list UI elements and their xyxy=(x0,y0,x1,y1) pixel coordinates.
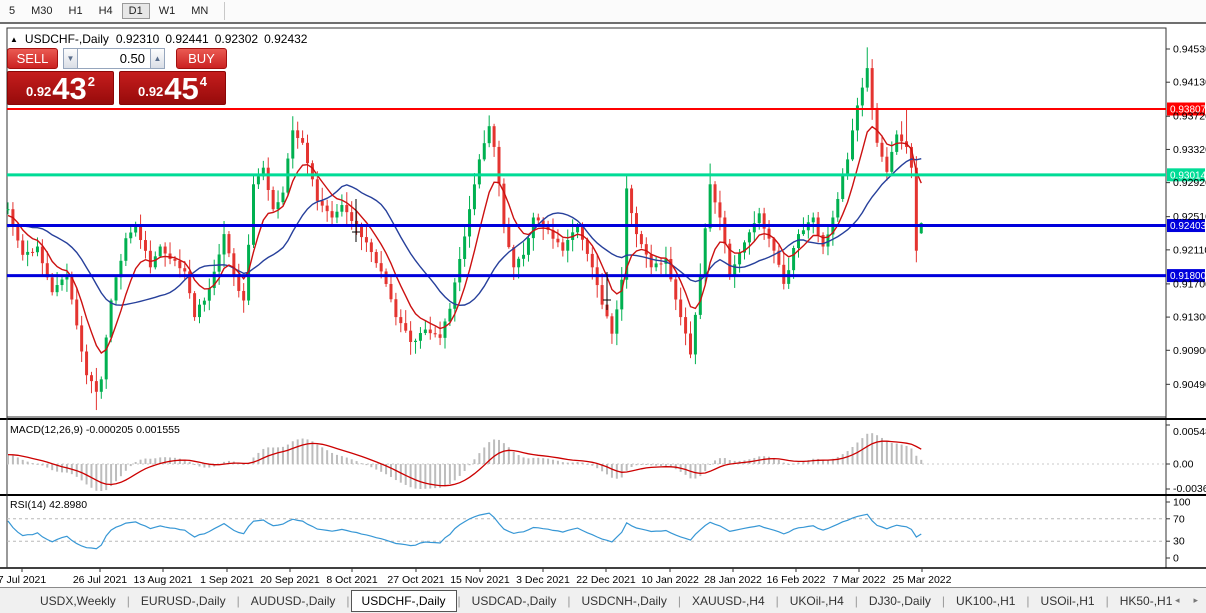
tab-separator: | xyxy=(776,594,779,608)
svg-text:0.005489: 0.005489 xyxy=(1173,426,1206,438)
close-value: 0.92432 xyxy=(264,32,307,46)
tab-hk50-h1[interactable]: HK50-,H1 xyxy=(1110,591,1183,611)
timeframe-button-h4[interactable]: H4 xyxy=(92,3,120,19)
tab-ukoil-h4[interactable]: UKOil-,H4 xyxy=(780,591,854,611)
low-value: 0.92302 xyxy=(215,32,258,46)
svg-text:0.91300: 0.91300 xyxy=(1173,312,1206,324)
tab-separator: | xyxy=(678,594,681,608)
svg-text:7 Jul 2021: 7 Jul 2021 xyxy=(0,574,46,586)
svg-text:0.94530: 0.94530 xyxy=(1173,44,1206,56)
svg-text:MACD(12,26,9) -0.000205 0.0015: MACD(12,26,9) -0.000205 0.001555 xyxy=(10,424,180,436)
svg-text:28 Jan 2022: 28 Jan 2022 xyxy=(704,574,762,586)
tab-usdcnh-daily[interactable]: USDCNH-,Daily xyxy=(571,591,676,611)
tab-separator: | xyxy=(1106,594,1109,608)
svg-text:0.92920: 0.92920 xyxy=(1173,177,1206,189)
tab-usoil-h1[interactable]: USOil-,H1 xyxy=(1031,591,1105,611)
open-value: 0.92310 xyxy=(116,32,159,46)
svg-text:0.00: 0.00 xyxy=(1173,459,1194,471)
timeframe-button-5[interactable]: 5 xyxy=(2,3,22,19)
tab-scroll-right-icon[interactable]: ▸ xyxy=(1193,595,1198,606)
svg-text:15 Nov 2021: 15 Nov 2021 xyxy=(450,574,510,586)
collapse-trade-panel-icon[interactable]: ▲ xyxy=(10,35,18,44)
volume-decrease-icon[interactable]: ▼ xyxy=(63,48,78,69)
svg-text:0.90900: 0.90900 xyxy=(1173,345,1206,357)
svg-text:-0.00364: -0.00364 xyxy=(1173,483,1206,495)
ohlc-values: 0.92310 0.92441 0.92302 0.92432 xyxy=(116,32,308,46)
sell-price-prefix: 0.92 xyxy=(26,84,51,99)
tab-scroll-left-icon[interactable]: ◂ xyxy=(1175,595,1180,606)
timeframe-button-h1[interactable]: H1 xyxy=(62,3,90,19)
tab-separator: | xyxy=(346,594,349,608)
timeframe-button-m30[interactable]: M30 xyxy=(24,3,59,19)
svg-text:1 Sep 2021: 1 Sep 2021 xyxy=(200,574,254,586)
tab-separator: | xyxy=(942,594,945,608)
svg-text:10 Jan 2022: 10 Jan 2022 xyxy=(641,574,699,586)
toolbar-separator xyxy=(224,2,225,20)
sell-price-pip: 2 xyxy=(88,74,95,89)
chart-window: 0.938070.930140.924030.918000.945300.941… xyxy=(0,22,1206,589)
tab-audusd-daily[interactable]: AUDUSD-,Daily xyxy=(241,591,346,611)
volume-stepper: ▼ 0.50 ▲ xyxy=(63,48,165,69)
svg-text:3 Dec 2021: 3 Dec 2021 xyxy=(516,574,570,586)
buy-price-display[interactable]: 0.92 45 4 xyxy=(119,71,226,105)
svg-text:13 Aug 2021: 13 Aug 2021 xyxy=(134,574,193,586)
tab-xauusd-h4[interactable]: XAUUSD-,H4 xyxy=(682,591,775,611)
chart-symbol-label: USDCHF-,Daily xyxy=(25,32,109,46)
svg-text:RSI(14) 42.8980: RSI(14) 42.8980 xyxy=(10,499,87,511)
chart-tab-strip: USDX,Weekly|EURUSD-,Daily|AUDUSD-,Daily|… xyxy=(0,587,1206,613)
chart-title: ▲ USDCHF-,Daily 0.92310 0.92441 0.92302 … xyxy=(10,32,307,46)
tab-usdchf-daily[interactable]: USDCHF-,Daily xyxy=(351,590,457,612)
svg-text:100: 100 xyxy=(1173,497,1191,509)
svg-text:27 Oct 2021: 27 Oct 2021 xyxy=(387,574,444,586)
tab-separator: | xyxy=(567,594,570,608)
high-value: 0.92441 xyxy=(165,32,208,46)
svg-text:20 Sep 2021: 20 Sep 2021 xyxy=(260,574,320,586)
volume-input[interactable]: 0.50 xyxy=(78,48,150,69)
sell-price-big: 43 xyxy=(52,76,86,102)
timeframe-button-d1[interactable]: D1 xyxy=(122,3,150,19)
svg-text:8 Oct 2021: 8 Oct 2021 xyxy=(326,574,378,586)
tab-separator: | xyxy=(855,594,858,608)
tab-usdcad-daily[interactable]: USDCAD-,Daily xyxy=(462,591,567,611)
buy-price-big: 45 xyxy=(164,76,198,102)
buy-price-pip: 4 xyxy=(200,74,207,89)
buy-price-prefix: 0.92 xyxy=(138,84,163,99)
svg-text:22 Dec 2021: 22 Dec 2021 xyxy=(576,574,636,586)
tab-uk100-h1[interactable]: UK100-,H1 xyxy=(946,591,1025,611)
svg-text:0.92510: 0.92510 xyxy=(1173,211,1206,223)
tab-separator: | xyxy=(1026,594,1029,608)
svg-text:70: 70 xyxy=(1173,513,1185,525)
tab-scroll-nav: ◂ ▸ xyxy=(1175,595,1198,606)
svg-text:0.91700: 0.91700 xyxy=(1173,278,1206,290)
tab-eurusd-daily[interactable]: EURUSD-,Daily xyxy=(131,591,236,611)
svg-text:0.93320: 0.93320 xyxy=(1173,144,1206,156)
volume-increase-icon[interactable]: ▲ xyxy=(150,48,165,69)
svg-text:0.90490: 0.90490 xyxy=(1173,379,1206,391)
tab-separator: | xyxy=(237,594,240,608)
timeframe-button-mn[interactable]: MN xyxy=(184,3,215,19)
svg-text:7 Mar 2022: 7 Mar 2022 xyxy=(832,574,885,586)
tab-usdx-weekly[interactable]: USDX,Weekly xyxy=(30,591,126,611)
tab-dj30-daily[interactable]: DJ30-,Daily xyxy=(859,591,941,611)
svg-text:0.93720: 0.93720 xyxy=(1173,111,1206,123)
one-click-trade-panel: SELL ▼ 0.50 ▲ BUY 0.92 43 2 0.92 45 4 xyxy=(7,48,227,105)
svg-text:25 Mar 2022: 25 Mar 2022 xyxy=(893,574,952,586)
svg-text:30: 30 xyxy=(1173,536,1185,548)
svg-text:16 Feb 2022: 16 Feb 2022 xyxy=(767,574,826,586)
buy-button[interactable]: BUY xyxy=(176,48,227,69)
sell-button[interactable]: SELL xyxy=(7,48,58,69)
svg-text:0.92110: 0.92110 xyxy=(1173,244,1206,256)
sell-price-display[interactable]: 0.92 43 2 xyxy=(7,71,114,105)
tab-separator: | xyxy=(127,594,130,608)
chart-canvas[interactable]: 0.938070.930140.924030.918000.945300.941… xyxy=(0,24,1206,589)
tab-separator: | xyxy=(458,594,461,608)
timeframe-toolbar: 5M30H1H4D1W1MN xyxy=(0,0,1206,22)
timeframe-button-w1[interactable]: W1 xyxy=(152,3,183,19)
svg-text:0.94130: 0.94130 xyxy=(1173,77,1206,89)
svg-text:26 Jul 2021: 26 Jul 2021 xyxy=(73,574,127,586)
svg-text:0: 0 xyxy=(1173,553,1179,565)
